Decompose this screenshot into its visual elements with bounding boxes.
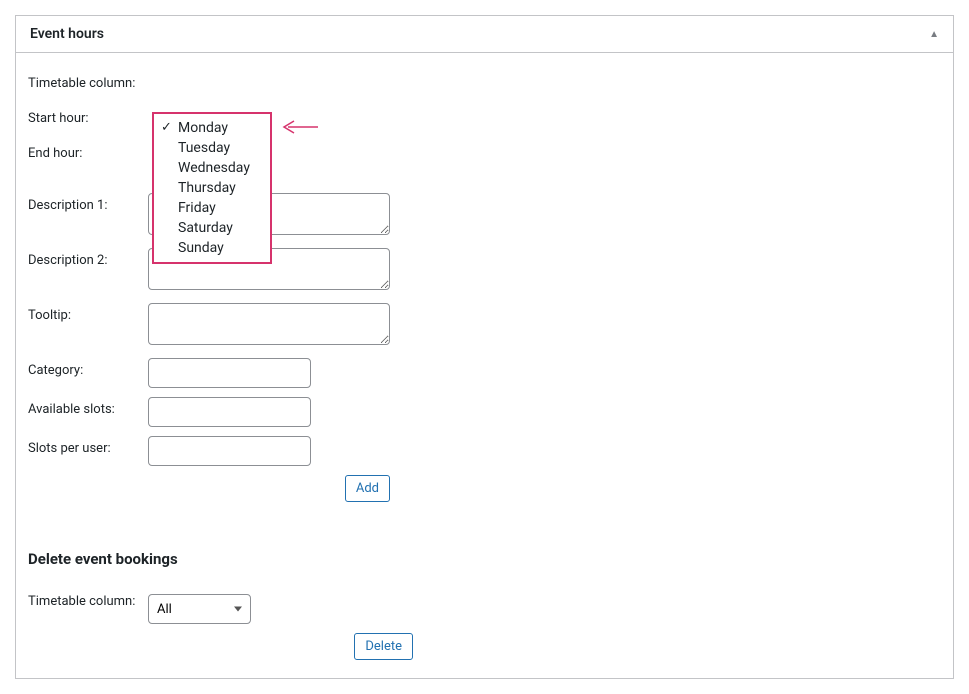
row-available-slots: Available slots: [28,397,941,427]
slots-per-user-input[interactable] [148,436,311,466]
dropdown-option-wednesday[interactable]: Wednesday [154,158,270,178]
dropdown-option-friday[interactable]: Friday [154,198,270,218]
event-hours-metabox: Event hours ▲ Timetable column: Start ho… [15,15,954,679]
label-available-slots: Available slots: [28,397,148,417]
collapse-icon: ▲ [929,29,939,40]
delete-column-select[interactable]: All [148,594,251,624]
dropdown-option-saturday[interactable]: Saturday [154,218,270,238]
tooltip-input[interactable] [148,303,390,345]
label-description1: Description 1: [28,193,148,213]
row-tooltip: Tooltip: [28,303,941,349]
arrow-annotation-icon [282,119,318,139]
label-description2: Description 2: [28,248,148,268]
dropdown-option-monday[interactable]: Monday [154,118,270,138]
category-input[interactable] [148,358,311,388]
add-button-row: Add [148,475,390,502]
delete-section-heading: Delete event bookings [28,550,941,568]
label-end-hour: End hour: [28,141,148,161]
row-category: Category: [28,358,941,388]
label-timetable-column: Timetable column: [28,71,148,91]
label-delete-timetable-column: Timetable column: [28,594,148,609]
dropdown-option-thursday[interactable]: Thursday [154,178,270,198]
metabox-body: Timetable column: Start hour: End hour: … [16,53,953,678]
row-delete-timetable-column: Timetable column: All [28,594,941,624]
metabox-header[interactable]: Event hours ▲ [16,16,953,53]
metabox-title: Event hours [30,26,104,42]
label-category: Category: [28,358,148,378]
label-tooltip: Tooltip: [28,303,148,323]
row-slots-per-user: Slots per user: [28,436,941,466]
timetable-column-dropdown[interactable]: Monday Tuesday Wednesday Thursday Friday… [152,112,272,264]
dropdown-option-sunday[interactable]: Sunday [154,238,270,258]
delete-button[interactable]: Delete [354,633,413,660]
row-timetable-column: Timetable column: [28,71,941,97]
label-slots-per-user: Slots per user: [28,436,148,456]
delete-column-select-wrap: All [148,594,251,624]
delete-button-row: Delete [148,633,413,660]
available-slots-input[interactable] [148,397,311,427]
label-start-hour: Start hour: [28,106,148,126]
add-button[interactable]: Add [345,475,390,502]
dropdown-option-tuesday[interactable]: Tuesday [154,138,270,158]
